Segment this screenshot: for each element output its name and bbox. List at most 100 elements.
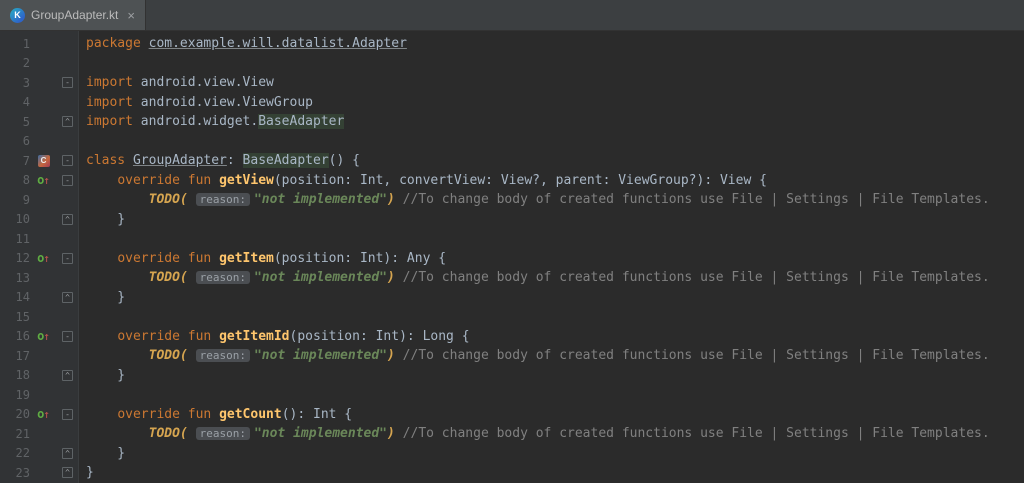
override-arrow-glyph: ↑	[43, 329, 50, 343]
fold-start-marker-icon[interactable]: -	[62, 174, 73, 186]
tab-close-icon[interactable]: ×	[127, 9, 135, 22]
fold-start-marker-icon[interactable]: -	[62, 77, 73, 89]
fold-end-marker-icon[interactable]: ^	[62, 116, 73, 128]
code-editor[interactable]: 1 package com.example.will.datalist.Adapt…	[0, 31, 1024, 483]
fold-start-marker-icon[interactable]: -	[62, 408, 73, 420]
line-number[interactable]: 15	[0, 310, 30, 324]
fold-cell: -	[57, 77, 78, 89]
code-text: }	[86, 465, 94, 481]
line-number[interactable]: 11	[0, 232, 30, 246]
line-number[interactable]: 20	[0, 407, 30, 421]
line-number[interactable]: 17	[0, 349, 30, 363]
code-line[interactable]: 18 ^ }	[0, 366, 1024, 386]
code-text: class GroupAdapter: BaseAdapter() {	[86, 153, 360, 169]
code-line[interactable]: 15	[0, 307, 1024, 327]
code-line[interactable]: 2	[0, 54, 1024, 74]
code-line[interactable]: 17 TODO( reason: "not implemented") //To …	[0, 346, 1024, 366]
code-text: override fun getView(position: Int, conv…	[117, 172, 767, 188]
line-number[interactable]: 14	[0, 290, 30, 304]
code-text: TODO( reason: "not implemented") //To cha…	[148, 192, 990, 208]
code-line[interactable]: 6	[0, 132, 1024, 152]
code-text: }	[86, 211, 126, 227]
code-line[interactable]: 8 o ↑ - override fun getView(position: Int,…	[0, 171, 1024, 191]
editor-tab-bar: K GroupAdapter.kt ×	[0, 0, 1024, 31]
code-text: TODO( reason: "not implemented") //To cha…	[148, 270, 990, 286]
fold-cell: -	[57, 174, 78, 186]
code-line[interactable]: 3 - import android.view.View	[0, 73, 1024, 93]
code-line[interactable]: 22 ^ }	[0, 444, 1024, 464]
code-line[interactable]: 7 C - class GroupAdapter: BaseAdapter() {	[0, 151, 1024, 171]
overriding-method-icon[interactable]: o ↑	[37, 252, 50, 264]
line-number[interactable]: 1	[0, 37, 30, 51]
fold-end-marker-icon[interactable]: ^	[62, 213, 73, 225]
line-number[interactable]: 2	[0, 56, 30, 70]
code-text: override fun getItemId(position: Int): L…	[117, 328, 470, 344]
code-line[interactable]: 12 o ↑ - override fun getItem(position: Int…	[0, 249, 1024, 269]
code-text: import android.widget.BaseAdapter	[86, 114, 345, 130]
gutter-icon-cell: o ↑	[30, 408, 57, 420]
tab-groupadapter-kt[interactable]: K GroupAdapter.kt ×	[0, 0, 146, 30]
line-number[interactable]: 12	[0, 251, 30, 265]
override-arrow-glyph: ↑	[43, 251, 50, 265]
line-number[interactable]: 10	[0, 212, 30, 226]
code-line[interactable]: 13 TODO( reason: "not implemented") //To …	[0, 268, 1024, 288]
overriding-method-icon[interactable]: o ↑	[37, 174, 50, 186]
tab-title: GroupAdapter.kt	[31, 8, 119, 22]
code-line[interactable]: 10 ^ }	[0, 210, 1024, 230]
line-number[interactable]: 18	[0, 368, 30, 382]
line-number[interactable]: 9	[0, 193, 30, 207]
code-line[interactable]: 16 o ↑ - override fun getItemId(position: I…	[0, 327, 1024, 347]
line-number[interactable]: 5	[0, 115, 30, 129]
override-arrow-glyph: ↑	[43, 407, 50, 421]
class-icon[interactable]: C	[37, 154, 50, 167]
fold-start-marker-icon[interactable]: -	[62, 330, 73, 342]
code-lines: 1 package com.example.will.datalist.Adapt…	[0, 31, 1024, 483]
line-number[interactable]: 8	[0, 173, 30, 187]
fold-cell: ^	[57, 291, 78, 303]
code-line[interactable]: 1 package com.example.will.datalist.Adapt…	[0, 34, 1024, 54]
gutter-icon-cell: o ↑	[30, 330, 57, 342]
code-text: override fun getCount(): Int {	[117, 406, 353, 422]
code-line[interactable]: 11	[0, 229, 1024, 249]
gutter-icon-cell: C	[30, 154, 57, 167]
code-text: }	[86, 367, 126, 383]
fold-end-marker-icon[interactable]: ^	[62, 467, 73, 479]
overriding-method-icon[interactable]: o ↑	[37, 408, 50, 420]
code-line[interactable]: 14 ^ }	[0, 288, 1024, 308]
fold-cell: ^	[57, 213, 78, 225]
fold-end-marker-icon[interactable]: ^	[62, 447, 73, 459]
fold-cell: ^	[57, 467, 78, 479]
line-number[interactable]: 7	[0, 154, 30, 168]
line-number[interactable]: 13	[0, 271, 30, 285]
fold-start-marker-icon[interactable]: -	[62, 252, 73, 264]
fold-cell: -	[57, 330, 78, 342]
line-number[interactable]: 22	[0, 446, 30, 460]
line-number[interactable]: 19	[0, 388, 30, 402]
code-line[interactable]: 9 TODO( reason: "not implemented") //To c…	[0, 190, 1024, 210]
code-text: import android.view.View	[86, 75, 274, 91]
fold-cell: -	[57, 408, 78, 420]
code-line[interactable]: 4 import android.view.ViewGroup	[0, 93, 1024, 113]
code-text: override fun getItem(position: Int): Any…	[117, 250, 447, 266]
code-text: import android.view.ViewGroup	[86, 94, 313, 110]
fold-cell: ^	[57, 116, 78, 128]
overriding-method-icon[interactable]: o ↑	[37, 330, 50, 342]
fold-end-marker-icon[interactable]: ^	[62, 369, 73, 381]
fold-end-marker-icon[interactable]: ^	[62, 291, 73, 303]
line-number[interactable]: 6	[0, 134, 30, 148]
code-line[interactable]: 20 o ↑ - override fun getCount(): Int {	[0, 405, 1024, 425]
fold-cell: ^	[57, 447, 78, 459]
line-number[interactable]: 23	[0, 466, 30, 480]
line-number[interactable]: 4	[0, 95, 30, 109]
code-line[interactable]: 5 ^ import android.widget.BaseAdapter	[0, 112, 1024, 132]
code-text: package com.example.will.datalist.Adapte…	[86, 36, 407, 52]
line-number[interactable]: 16	[0, 329, 30, 343]
code-text: TODO( reason: "not implemented") //To cha…	[148, 426, 990, 442]
code-line[interactable]: 23 ^}	[0, 463, 1024, 483]
code-line[interactable]: 21 TODO( reason: "not implemented") //To …	[0, 424, 1024, 444]
line-number[interactable]: 3	[0, 76, 30, 90]
kotlin-file-icon: K	[10, 7, 25, 23]
line-number[interactable]: 21	[0, 427, 30, 441]
code-line[interactable]: 19	[0, 385, 1024, 405]
fold-start-marker-icon[interactable]: -	[62, 155, 73, 167]
